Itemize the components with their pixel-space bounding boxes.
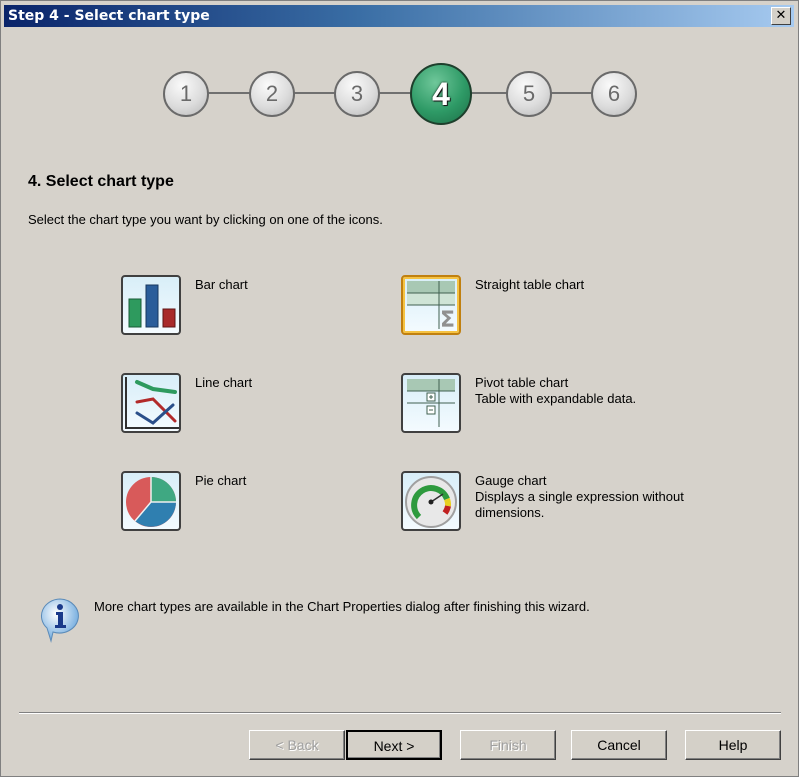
info-message: More chart types are available in the Ch… [94, 599, 590, 614]
back-button[interactable]: < Back [249, 730, 345, 760]
title-bar: Step 4 - Select chart type ✕ [4, 5, 794, 27]
pie-chart-icon[interactable] [121, 471, 181, 531]
chart-option-text: Gauge chart Displays a single expression… [475, 473, 705, 521]
line-chart-icon[interactable] [121, 373, 181, 433]
bar-chart-icon[interactable] [121, 275, 181, 335]
chart-option-subtitle: Displays a single expression without dim… [475, 489, 684, 520]
step-6: 6 [591, 71, 637, 117]
step-connector [471, 92, 511, 94]
page-description: Select the chart type you want by clicki… [28, 212, 383, 227]
straight-table-icon[interactable]: Σ [401, 275, 461, 335]
step-5: 5 [506, 71, 552, 117]
chart-option-title: Bar chart [195, 277, 248, 292]
chart-option-title: Pivot table chart [475, 375, 569, 390]
gauge-chart-icon[interactable] [401, 471, 461, 531]
footer-divider [19, 712, 781, 714]
chart-option-subtitle: Table with expandable data. [475, 391, 637, 406]
info-icon [39, 597, 81, 646]
finish-button[interactable]: Finish [460, 730, 556, 760]
svg-text:Σ: Σ [440, 308, 455, 333]
step-indicator: 1 2 3 4 5 6 [161, 61, 641, 131]
next-button[interactable]: Next > [346, 730, 442, 760]
page-heading: 4. Select chart type [28, 173, 174, 190]
wizard-dialog: Step 4 - Select chart type ✕ 1 2 3 4 5 6… [0, 0, 799, 777]
chart-option-title: Pie chart [195, 473, 247, 488]
cancel-button[interactable]: Cancel [571, 730, 667, 760]
close-icon: ✕ [775, 8, 787, 23]
step-4-current: 4 [410, 63, 472, 125]
step-3: 3 [334, 71, 380, 117]
step-2: 2 [249, 71, 295, 117]
chart-option-text: Pivot table chart Table with expandable … [475, 375, 636, 407]
step-1: 1 [163, 71, 209, 117]
chart-option-title: Straight table chart [475, 277, 585, 292]
window-title: Step 4 - Select chart type [8, 8, 210, 24]
close-button[interactable]: ✕ [771, 7, 791, 25]
pivot-table-icon[interactable] [401, 373, 461, 433]
help-button[interactable]: Help [685, 730, 781, 760]
chart-option-title: Gauge chart [475, 473, 547, 488]
chart-option-title: Line chart [195, 375, 253, 390]
step-connector [546, 92, 596, 94]
